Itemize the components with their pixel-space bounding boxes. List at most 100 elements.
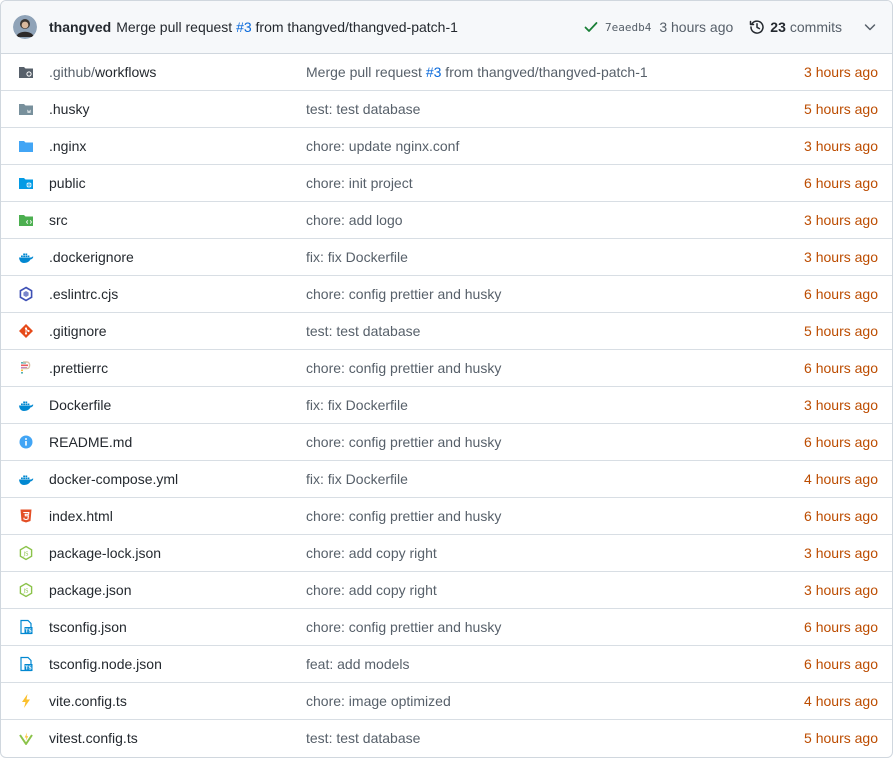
file-name[interactable]: tsconfig.node.json [49,656,162,672]
file-commit-message-link[interactable]: chore: image optimized [306,693,451,709]
file-name[interactable]: public [49,175,86,191]
file-commit-message-link[interactable]: test: test database [306,323,420,339]
file-name[interactable]: workflows [95,64,156,80]
table-row: .gitignore test: test database 5 hours ago [1,313,892,350]
commit-count[interactable]: 23 [770,19,786,35]
eslint-icon [19,286,33,302]
file-commit-time: 6 hours ago [804,619,878,635]
file-name-link[interactable]: .gitignore [49,323,107,339]
file-name-link[interactable]: public [49,175,86,191]
table-row: JS package.json chore: add copy right 3 hou… [1,572,892,609]
history-icon[interactable] [749,19,765,35]
tsconfig-icon: TS [20,619,33,635]
file-name[interactable]: README.md [49,434,132,450]
table-row: Dockerfile fix: fix Dockerfile 3 hours ago [1,387,892,424]
file-name-link[interactable]: vitest.config.ts [49,730,138,746]
file-name-link[interactable]: package-lock.json [49,545,161,561]
file-commit-message-link[interactable]: chore: update nginx.conf [306,138,459,154]
file-name-link[interactable]: README.md [49,434,132,450]
file-commit-message-link[interactable]: chore: init project [306,175,413,191]
table-row: .eslintrc.cjs chore: config prettier and … [1,276,892,313]
file-name-link[interactable]: .eslintrc.cjs [49,286,118,302]
table-row: .dockerignore fix: fix Dockerfile 3 hours … [1,239,892,276]
commits-label[interactable]: commits [790,19,842,35]
file-name-link[interactable]: tsconfig.json [49,619,127,635]
src-folder-icon [19,215,33,226]
commit-message[interactable]: Merge pull request #3 from thangved/than… [116,19,458,35]
file-commit-message-link[interactable]: fix: fix Dockerfile [306,397,408,413]
file-commit-message-link[interactable]: fix: fix Dockerfile [306,249,408,265]
pull-request-link[interactable]: #3 [236,19,252,35]
file-commit-message-link[interactable]: test: test database [306,101,420,117]
file-name[interactable]: index.html [49,508,113,524]
file-name-link[interactable]: .dockerignore [49,249,134,265]
file-browser: thangved Merge pull request #3 from than… [0,0,893,758]
file-commit-message-link[interactable]: chore: add logo [306,212,403,228]
svg-text:JS: JS [23,551,29,557]
file-name[interactable]: vite.config.ts [49,693,127,709]
file-commit-time: 3 hours ago [804,545,878,561]
chevron-down-icon[interactable] [862,19,878,35]
latest-commit-bar: thangved Merge pull request #3 from than… [1,1,892,54]
file-commit-message-link[interactable]: chore: config prettier and husky [306,286,501,302]
avatar[interactable] [13,15,37,39]
table-row: public chore: init project 6 hours ago [1,165,892,202]
svg-text:TS: TS [25,629,32,635]
file-name[interactable]: .prettierrc [49,360,108,376]
file-name[interactable]: docker-compose.yml [49,471,178,487]
file-name-link[interactable]: .prettierrc [49,360,108,376]
table-row: .github/workflows Merge pull request #3 f… [1,54,892,91]
file-commit-message-link[interactable]: feat: add models [306,656,410,672]
table-row: src chore: add logo 3 hours ago [1,202,892,239]
file-name-link[interactable]: src [49,212,68,228]
file-name-link[interactable]: .husky [49,101,89,117]
file-commit-message-link[interactable]: fix: fix Dockerfile [306,471,408,487]
file-name[interactable]: package.json [49,582,132,598]
file-commit-message-link[interactable]: Merge pull request #3 from thangved/than… [306,64,648,80]
file-list: .github/workflows Merge pull request #3 f… [1,54,892,757]
table-row: README.md chore: config prettier and husk… [1,424,892,461]
file-commit-message-link[interactable]: chore: add copy right [306,582,437,598]
commit-sha[interactable]: 7eaedb4 [605,21,651,34]
file-name[interactable]: tsconfig.json [49,619,127,635]
file-name-link[interactable]: tsconfig.node.json [49,656,162,672]
file-commit-message-link[interactable]: chore: add copy right [306,545,437,561]
vitest-icon [19,732,33,745]
file-name[interactable]: .gitignore [49,323,107,339]
file-name[interactable]: Dockerfile [49,397,111,413]
file-commit-time: 4 hours ago [804,693,878,709]
file-commit-time: 5 hours ago [804,323,878,339]
file-commit-message-link[interactable]: chore: config prettier and husky [306,619,501,635]
nodejs-icon: JS [19,545,33,561]
file-name-link[interactable]: package.json [49,582,132,598]
file-name-link[interactable]: vite.config.ts [49,693,127,709]
file-name-link[interactable]: .nginx [49,138,86,154]
github-folder-icon [19,67,33,78]
file-name-link[interactable]: .github/workflows [49,64,156,80]
file-commit-time: 6 hours ago [804,286,878,302]
file-name[interactable]: .husky [49,101,89,117]
file-name[interactable]: src [49,212,68,228]
table-row: TS tsconfig.node.json feat: add models 6 ho… [1,646,892,683]
pull-request-link[interactable]: #3 [426,64,442,80]
file-commit-message-link[interactable]: chore: config prettier and husky [306,508,501,524]
file-name-link[interactable]: index.html [49,508,113,524]
file-name[interactable]: .dockerignore [49,249,134,265]
file-name[interactable]: vitest.config.ts [49,730,138,746]
svg-text:TS: TS [25,666,32,672]
check-icon[interactable] [583,19,599,35]
file-commit-time: 3 hours ago [804,582,878,598]
file-path-prefix: .github/ [49,64,95,80]
file-commit-message-link[interactable]: chore: config prettier and husky [306,360,501,376]
file-name[interactable]: package-lock.json [49,545,161,561]
html-icon [20,509,32,523]
file-name-link[interactable]: docker-compose.yml [49,471,178,487]
table-row: JS package-lock.json chore: add copy right… [1,535,892,572]
file-name[interactable]: .eslintrc.cjs [49,286,118,302]
file-commit-message-link[interactable]: chore: config prettier and husky [306,434,501,450]
file-commit-time: 6 hours ago [804,360,878,376]
file-commit-message-link[interactable]: test: test database [306,730,420,746]
commit-author[interactable]: thangved [49,19,111,35]
file-name-link[interactable]: Dockerfile [49,397,111,413]
file-name[interactable]: .nginx [49,138,86,154]
